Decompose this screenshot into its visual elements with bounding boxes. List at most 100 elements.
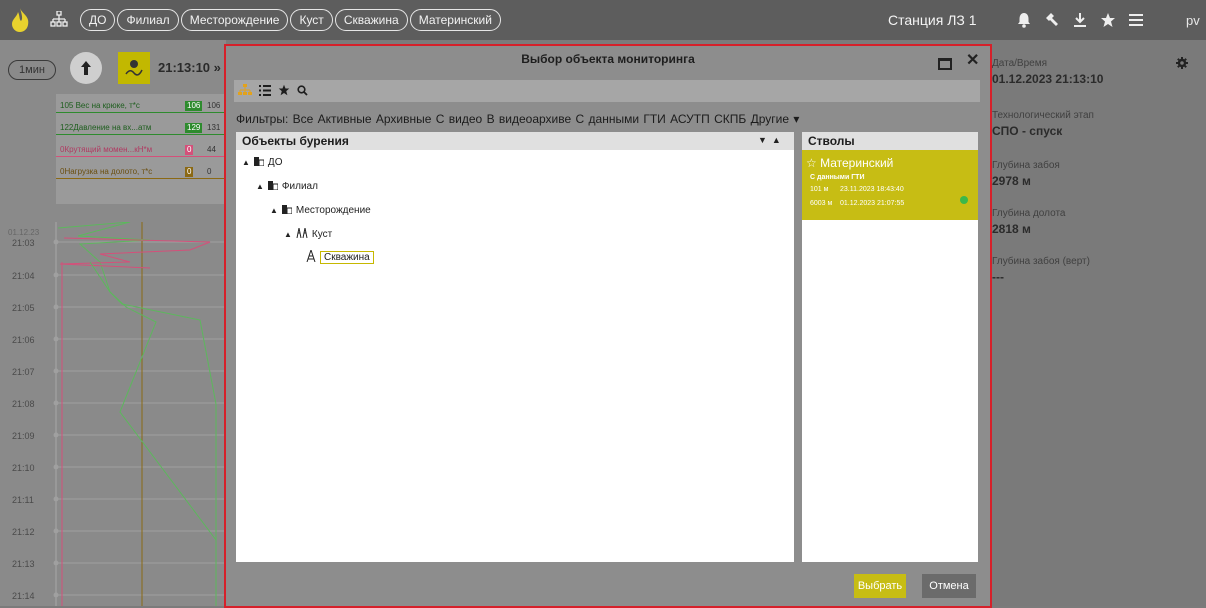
filter-gti-data[interactable]: С данными ГТИ <box>576 112 666 126</box>
parameter-legend: 105 Вес на крюке, т*с 106 106 122Давлени… <box>56 94 226 204</box>
collapse-icon[interactable]: ▲ <box>270 206 278 215</box>
time-label: 21:04 <box>12 271 35 281</box>
trunk-last-row: 6003 м 01.12.2023 21:07:55 <box>810 200 905 207</box>
param-row[interactable]: 105 Вес на крюке, т*с 106 106 <box>56 98 226 114</box>
star-icon[interactable] <box>1094 0 1122 40</box>
filter-archived[interactable]: Архивные <box>376 112 432 126</box>
tree-header: Объекты бурения ▼ ▲ <box>236 132 794 150</box>
tree-node-label: Куст <box>311 229 333 240</box>
scroll-up-button[interactable] <box>70 52 102 84</box>
current-time: 21:13:10 » <box>158 60 221 75</box>
breadcrumb-do[interactable]: ДО <box>80 9 116 31</box>
building-icon <box>267 180 279 193</box>
search-icon[interactable] <box>297 84 308 99</box>
tree-node-filial[interactable]: ▲ Филиал <box>256 180 318 193</box>
time-label: 21:11 <box>12 495 34 505</box>
breadcrumb-filial[interactable]: Филиал <box>117 9 179 31</box>
stage-label: Технологический этап <box>992 110 1094 121</box>
tree-node-label: Скважина <box>320 251 374 264</box>
menu-icon[interactable] <box>1122 0 1150 40</box>
cancel-button[interactable]: Отмена <box>922 574 976 598</box>
status-online-icon <box>960 196 968 204</box>
trunks-title: Стволы <box>808 134 855 148</box>
maximize-icon[interactable] <box>938 58 952 70</box>
station-name: Станция ЛЗ 1 <box>888 12 977 28</box>
collapse-icon[interactable]: ▲ <box>256 182 264 191</box>
datetime-label: Дата/Время <box>992 58 1048 69</box>
download-icon[interactable] <box>1066 0 1094 40</box>
trunks-header: Стволы <box>802 132 978 150</box>
search-bar[interactable] <box>234 80 980 102</box>
time-label: 21:05 <box>12 303 35 313</box>
list-view-icon[interactable] <box>259 84 271 99</box>
time-label: 21:09 <box>12 431 35 441</box>
time-label: 21:14 <box>12 591 35 601</box>
tree-node-do[interactable]: ▲ ДО <box>242 156 282 169</box>
tree-node-label: Филиал <box>281 181 318 192</box>
hammer-icon[interactable] <box>1038 0 1066 40</box>
tree-title: Объекты бурения <box>242 134 349 148</box>
rig-pad-icon <box>296 227 308 241</box>
trunk-item[interactable]: ☆ Материнский С данными ГТИ 101 м 23.11.… <box>802 150 978 220</box>
tree-node-label: Месторождение <box>295 205 371 216</box>
stage-value: СПО - спуск <box>992 124 1063 138</box>
time-label: 21:03 <box>12 238 35 248</box>
interval-selector[interactable]: 1мин <box>8 60 56 80</box>
hierarchy-icon[interactable] <box>50 9 68 30</box>
filter-asutp[interactable]: АСУТП <box>670 112 710 126</box>
trunk-start-row: 101 м 23.11.2023 18:43:40 <box>810 186 904 193</box>
dialog-title: Выбор объекта мониторинга <box>521 52 695 66</box>
filter-with-video[interactable]: С видео <box>436 112 482 126</box>
depth-label: Глубина забоя <box>992 160 1060 171</box>
time-label: 21:08 <box>12 399 35 409</box>
hierarchy-view-icon[interactable] <box>238 84 252 99</box>
bit-depth-value: 2818 м <box>992 222 1031 236</box>
breadcrumb-field[interactable]: Месторождение <box>180 9 289 31</box>
tree-node-field[interactable]: ▲ Месторождение <box>270 204 371 217</box>
filter-other-dropdown[interactable]: Другие ▾ <box>751 112 800 126</box>
top-bar: ДО Филиал Месторождение Куст Скважина Ма… <box>0 0 1206 40</box>
breadcrumb-well[interactable]: Скважина <box>334 9 408 31</box>
user-name[interactable]: pv <box>1186 0 1200 40</box>
breadcrumb-pad[interactable]: Куст <box>290 9 333 31</box>
datetime-value: 01.12.2023 21:13:10 <box>992 72 1104 86</box>
filter-bar: Фильтры: Все Активные Архивные С видео В… <box>236 112 799 126</box>
gear-icon[interactable] <box>1176 57 1188 72</box>
vert-depth-label: Глубина забоя (верт) <box>992 256 1090 267</box>
close-icon[interactable]: ✕ <box>966 50 979 70</box>
param-value: 106 <box>185 101 203 111</box>
param-value: 0 <box>185 167 194 177</box>
time-label: 21:10 <box>12 463 35 473</box>
select-object-dialog: Выбор объекта мониторинга ✕ Фильтры: Все… <box>224 44 992 608</box>
tree-node-well[interactable]: Скважина <box>306 248 374 265</box>
time-controls: 1мин 21:13:10 » <box>0 48 226 88</box>
time-label: 21:13 <box>12 559 35 569</box>
breadcrumb-trunk[interactable]: Материнский <box>409 9 501 31</box>
collapse-icon[interactable]: ▲ <box>242 158 250 167</box>
param-value: 129 <box>185 123 203 133</box>
drilling-objects-tree: Объекты бурения ▼ ▲ ▲ ДО ▲ Филиал ▲ Мест… <box>236 132 794 562</box>
sort-arrows-icon[interactable]: ▼ ▲ <box>758 135 781 145</box>
select-button[interactable]: Выбрать <box>854 574 906 598</box>
param-row[interactable]: 122Давление на вх...атм 129 131 <box>56 120 226 136</box>
trunk-data-type: С данными ГТИ <box>810 174 865 181</box>
trunks-panel: Стволы ☆ Материнский С данными ГТИ 101 м… <box>802 132 978 562</box>
favorites-icon[interactable] <box>278 84 290 99</box>
flame-logo-icon[interactable] <box>0 0 40 40</box>
filter-active[interactable]: Активные <box>318 112 372 126</box>
param-row[interactable]: 0Крутящий момен...кН*м 0 44 <box>56 142 226 158</box>
star-outline-icon[interactable]: ☆ <box>806 156 817 170</box>
live-mode-button[interactable] <box>118 52 150 84</box>
param-row[interactable]: 0Нагрузка на долото, т*с 0 0 <box>56 164 226 180</box>
filter-all[interactable]: Все <box>293 112 314 126</box>
collapse-icon[interactable]: ▲ <box>284 230 292 239</box>
tree-node-pad[interactable]: ▲ Куст <box>284 227 333 241</box>
curve-chart[interactable]: 21:03 21:04 21:05 21:06 21:07 21:08 21:0… <box>0 222 226 606</box>
filter-skpb[interactable]: СКПБ <box>714 112 746 126</box>
bell-icon[interactable] <box>1010 0 1038 40</box>
building-icon <box>253 156 265 169</box>
filter-video-archive[interactable]: В видеоархиве <box>487 112 572 126</box>
param-value: 0 <box>185 145 194 155</box>
filters-label: Фильтры: <box>236 112 289 126</box>
depth-value: 2978 м <box>992 174 1031 188</box>
